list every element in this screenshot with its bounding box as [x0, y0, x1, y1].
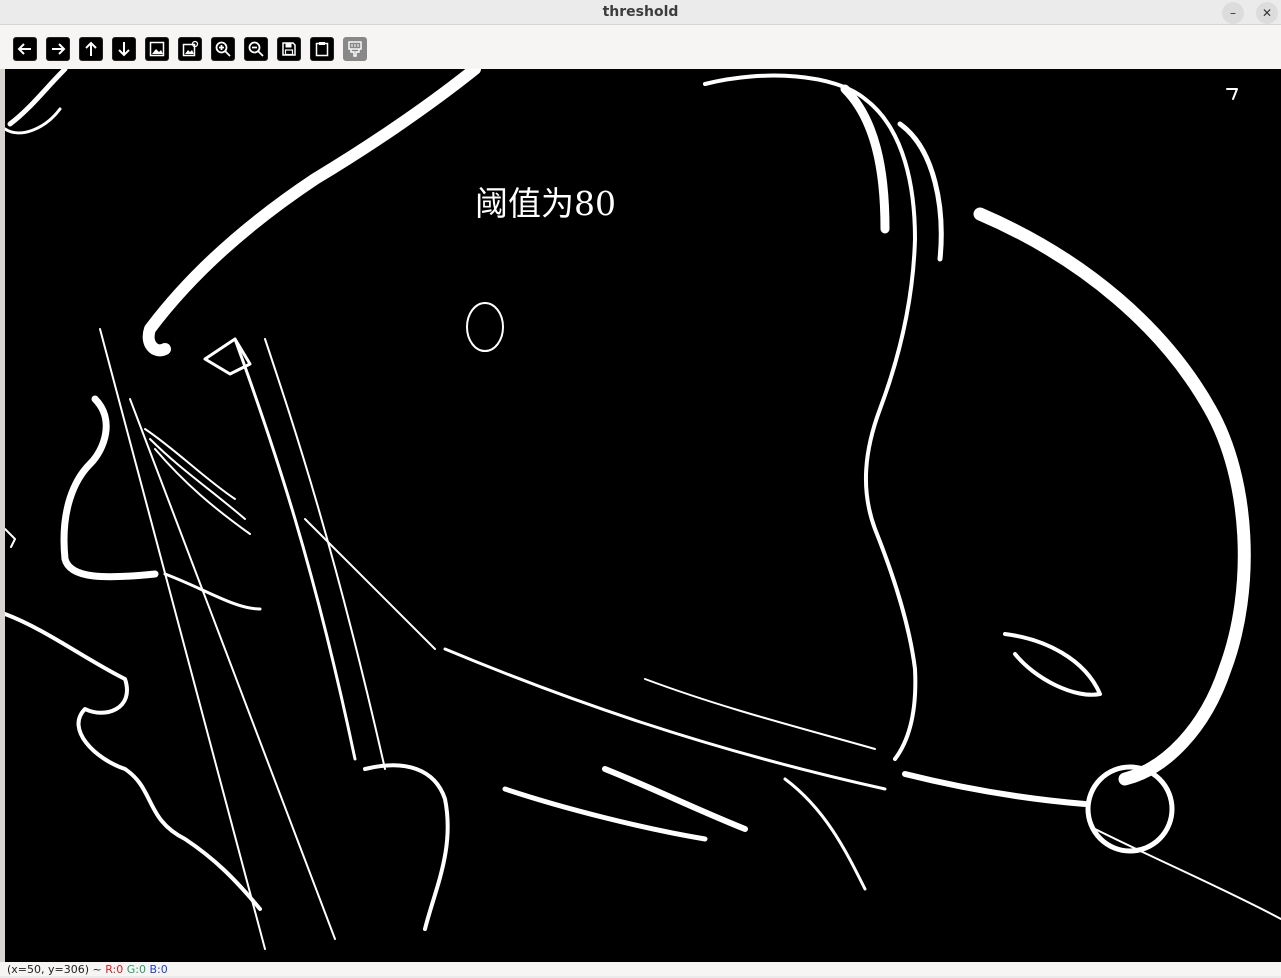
arrow-left-icon — [17, 43, 31, 55]
status-coords: (x=50, y=306) ~ — [7, 963, 102, 976]
image-canvas[interactable]: 阈值为80 — [5, 69, 1281, 962]
arrow-down-icon — [118, 42, 130, 57]
properties-button[interactable] — [310, 37, 334, 61]
status-blue: B:0 — [149, 963, 168, 976]
status-green: G:0 — [126, 963, 146, 976]
zoom-out-icon — [248, 41, 264, 57]
clipboard-icon — [315, 42, 329, 57]
arrow-right-icon — [52, 43, 66, 55]
window-title: threshold — [602, 4, 679, 20]
minimize-button[interactable]: – — [1222, 2, 1244, 24]
pan-down-button[interactable] — [112, 37, 136, 61]
brush-icon — [348, 41, 362, 57]
arrow-up-icon — [85, 41, 97, 56]
zoom-in-button[interactable] — [211, 37, 235, 61]
title-bar[interactable]: threshold – ✕ — [0, 0, 1281, 25]
toolbar — [0, 26, 1281, 69]
pan-right-button[interactable] — [46, 37, 70, 61]
save-icon — [282, 42, 296, 56]
threshold-image — [5, 69, 1281, 950]
zoom-out-button[interactable] — [244, 37, 268, 61]
image-fit-icon — [182, 40, 199, 57]
status-bar: (x=50, y=306) ~ R:0 G:0 B:0 — [0, 962, 1281, 976]
brush-button[interactable] — [343, 37, 367, 61]
opencv-window: threshold – ✕ 阈值为80 (x=50, y=306) ~ R:0 … — [0, 0, 1281, 976]
zoom-in-icon — [215, 41, 231, 57]
zoom-original-button[interactable] — [145, 37, 169, 61]
image-icon — [149, 41, 165, 57]
pan-left-button[interactable] — [13, 37, 37, 61]
save-button[interactable] — [277, 37, 301, 61]
pan-up-button[interactable] — [79, 37, 103, 61]
zoom-fit-button[interactable] — [178, 37, 202, 61]
close-button[interactable]: ✕ — [1256, 2, 1278, 24]
status-red: R:0 — [105, 963, 124, 976]
threshold-label: 阈值为80 — [475, 184, 616, 223]
